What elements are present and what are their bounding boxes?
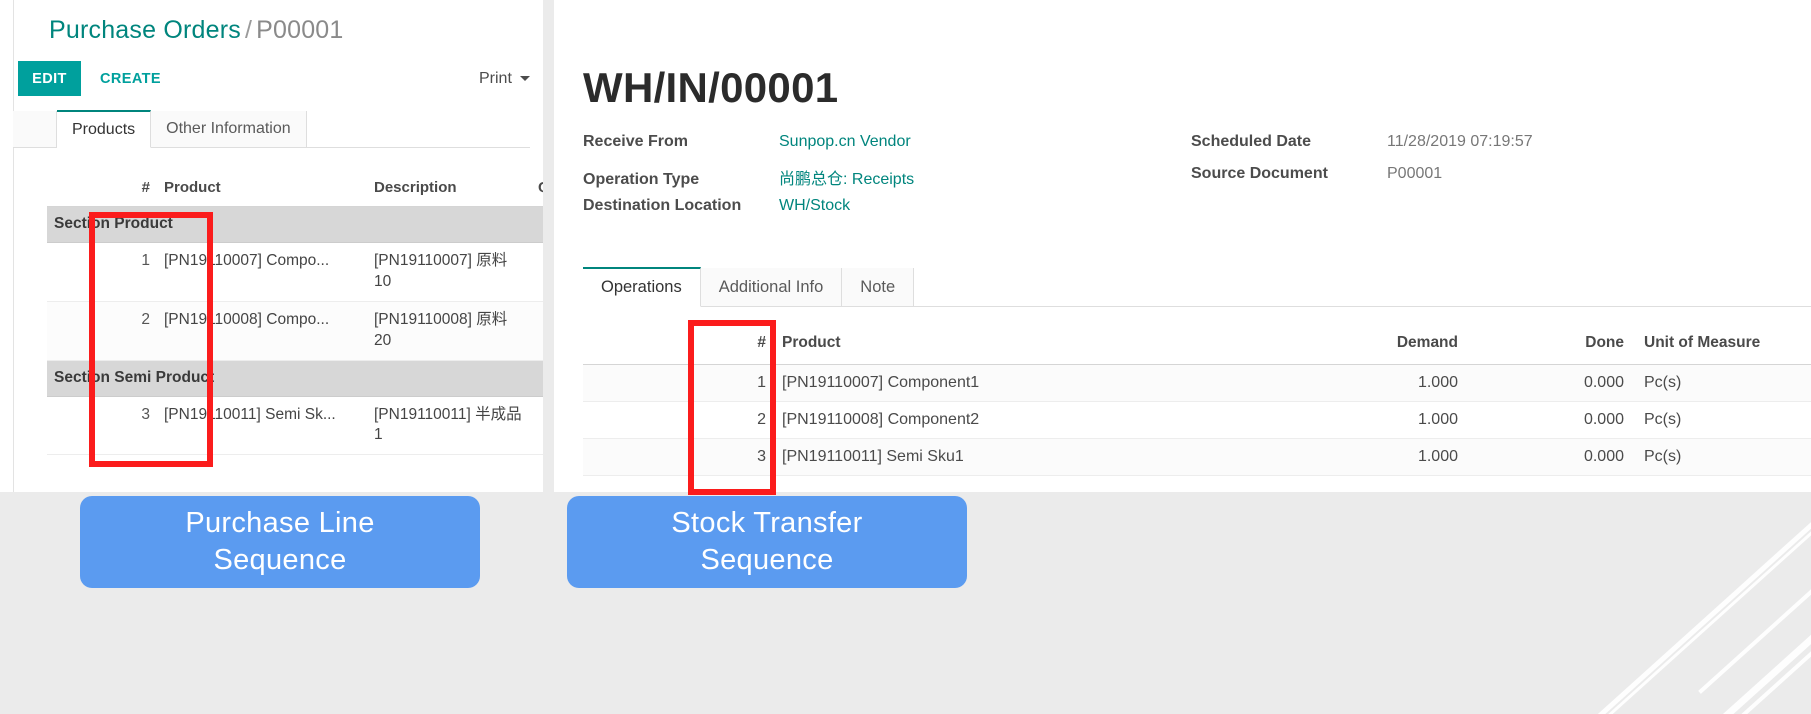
row-product: [PN19110011] Semi Sku1 [774,438,1200,476]
column-header-demand[interactable]: Demand [1200,330,1466,365]
table-section-row[interactable]: Section Product [47,206,543,243]
row-done: 0.000 [1466,364,1632,402]
field-value[interactable]: Sunpop.cn Vendor [779,133,911,151]
field-label: Scheduled Date [1191,133,1312,150]
row-quantity [531,396,543,456]
row-description: [PN19110007] 原料10 [367,242,531,302]
print-label: Print [479,69,512,87]
row-description: [PN19110011] 半成品1 [367,396,531,456]
table-row[interactable]: 1 [PN19110007] Compo... [PN19110007] 原料1… [47,242,543,302]
tab-operations[interactable]: Operations [583,267,701,307]
field-value[interactable]: P00001 [1387,165,1442,183]
stock-transfer-tabs: Operations Additional Info Note [583,267,1811,307]
row-product: [PN19110011] Semi Sk... [157,396,367,456]
column-header-number[interactable]: # [47,176,157,207]
chevron-down-icon [519,76,530,81]
field-value[interactable]: WH/Stock [779,197,850,215]
section-label: Section Semi Product [47,360,543,397]
callout-stock-transfer-sequence: Stock Transfer Sequence [567,496,967,588]
field-operation-type: Operation Type 尚鹏总仓: Receipts [583,165,914,197]
column-header-number[interactable]: # [583,330,774,365]
panel-left-edge [0,0,14,492]
stock-moves-table: # Product Demand Done Unit of Measure 1 … [583,330,1811,476]
callout-purchase-line-sequence: Purchase Line Sequence [80,496,480,588]
column-header-product[interactable]: Product [157,176,367,207]
stock-transfer-panel: WH/IN/00001 Receive From Sunpop.cn Vendo… [554,0,1811,492]
table-header-row: # Product Demand Done Unit of Measure [583,330,1811,365]
callout-line-2: Sequence [700,544,834,576]
field-label: Source Document [1191,165,1328,182]
breadcrumb-separator: / [244,16,253,44]
column-header-done[interactable]: Done [1466,330,1632,365]
row-product: [PN19110008] Compo... [157,301,367,361]
column-header-description[interactable]: Description [367,176,531,207]
table-row[interactable]: 3 [PN19110011] Semi Sku1 1.000 0.000 Pc(… [583,438,1811,476]
callout-line-1: Purchase Line [185,506,375,539]
row-product: [PN19110007] Compo... [157,242,367,302]
field-destination-location: Destination Location WH/Stock [583,197,914,229]
row-number: 1 [583,364,774,402]
tab-note[interactable]: Note [842,268,915,307]
breadcrumb: Purchase Orders / P00001 [49,16,344,45]
field-receive-from: Receive From Sunpop.cn Vendor [583,133,914,165]
row-uom: Pc(s) [1632,364,1811,402]
tab-tail [914,268,1811,307]
row-uom: Pc(s) [1632,438,1811,476]
field-source-document: Source Document P00001 [1191,165,1533,197]
row-quantity [531,242,543,302]
tab-tail [306,111,530,148]
row-demand: 1.000 [1200,401,1466,439]
purchase-order-lines-table: # Product Description Q Section Product … [47,176,543,456]
purchase-order-panel: Purchase Orders / P00001 EDIT CREATE Print… [0,0,543,492]
row-quantity [531,301,543,361]
tab-spacer [13,111,57,148]
print-dropdown-button[interactable]: Print [473,61,536,96]
table-row[interactable]: 2 [PN19110008] Component2 1.000 0.000 Pc… [583,401,1811,439]
breadcrumb-current: P00001 [256,16,344,44]
decorative-diagonal-stripes [1391,464,1811,714]
table-header-row: # Product Description Q [47,176,543,207]
table-section-row[interactable]: Section Semi Product [47,360,543,397]
purchase-order-tabs: Products Other Information [13,110,530,148]
table-row[interactable]: 2 [PN19110008] Compo... [PN19110008] 原料2… [47,301,543,361]
row-done: 0.000 [1466,401,1632,439]
field-label: Receive From [583,133,688,150]
row-number: 2 [583,401,774,439]
row-demand: 1.000 [1200,364,1466,402]
callout-line-2: Sequence [213,544,347,576]
row-demand: 1.000 [1200,438,1466,476]
row-number: 1 [47,242,157,302]
row-number: 2 [47,301,157,361]
column-header-quantity[interactable]: Q [531,176,543,207]
column-header-product[interactable]: Product [774,330,1200,365]
field-label: Operation Type [583,171,700,188]
field-value[interactable]: 尚鹏总仓: Receipts [779,165,914,189]
edit-button[interactable]: EDIT [18,61,81,96]
field-value[interactable]: 11/28/2019 07:19:57 [1387,133,1533,151]
page-title: WH/IN/00001 [583,64,839,112]
row-done: 0.000 [1466,438,1632,476]
section-label: Section Product [47,206,543,243]
row-number: 3 [583,438,774,476]
callout-line-1: Stock Transfer [671,506,863,539]
field-label: Destination Location [583,197,742,214]
transfer-fields-left: Receive From Sunpop.cn Vendor Operation … [583,133,914,229]
column-header-unit-of-measure[interactable]: Unit of Measure [1632,330,1811,365]
row-uom: Pc(s) [1632,401,1811,439]
transfer-fields-right: Scheduled Date 11/28/2019 07:19:57 Sourc… [1191,133,1533,197]
table-row[interactable]: 3 [PN19110011] Semi Sk... [PN19110011] 半… [47,396,543,456]
create-button[interactable]: CREATE [94,61,167,96]
tab-additional-info[interactable]: Additional Info [700,268,843,307]
row-description: [PN19110008] 原料20 [367,301,531,361]
row-product: [PN19110007] Component1 [774,364,1200,402]
table-row[interactable]: 1 [PN19110007] Component1 1.000 0.000 Pc… [583,364,1811,402]
row-number: 3 [47,396,157,456]
tab-other-information[interactable]: Other Information [151,111,307,148]
breadcrumb-purchase-orders[interactable]: Purchase Orders [49,16,241,44]
tab-products[interactable]: Products [57,110,152,148]
row-product: [PN19110008] Component2 [774,401,1200,439]
field-scheduled-date: Scheduled Date 11/28/2019 07:19:57 [1191,133,1533,165]
